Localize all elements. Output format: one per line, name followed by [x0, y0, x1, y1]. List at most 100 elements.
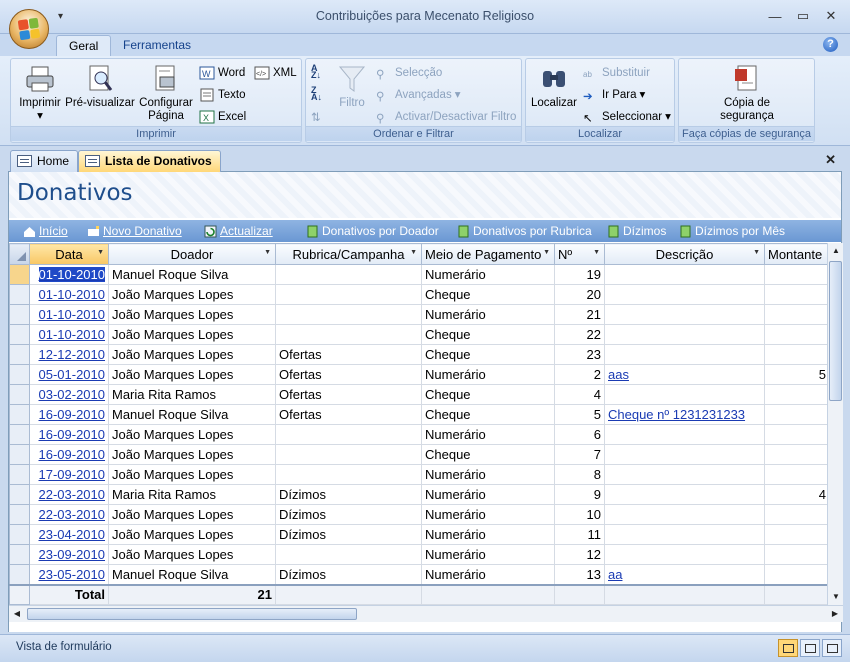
cell-meio-pagamento[interactable]: Numerário — [421, 424, 555, 445]
table-row[interactable]: 17-09-2010 João Marques Lopes Numerário 8 — [9, 464, 827, 485]
cell-data[interactable]: 03-02-2010 — [29, 384, 109, 405]
cell-descricao[interactable] — [604, 384, 765, 405]
cell-numero[interactable]: 9 — [554, 484, 605, 505]
row-selector[interactable] — [9, 364, 30, 385]
column-header-doador[interactable]: Doador ▼ — [108, 243, 276, 265]
nav-inicio-button[interactable]: Início — [23, 222, 68, 240]
cell-numero[interactable]: 11 — [554, 524, 605, 545]
cell-meio-pagamento[interactable]: Numerário — [421, 524, 555, 545]
cell-numero[interactable]: 5 — [554, 404, 605, 425]
cell-data[interactable]: 23-05-2010 — [29, 564, 109, 585]
select-all-corner[interactable] — [9, 243, 30, 265]
vertical-scroll-thumb[interactable] — [829, 261, 842, 401]
cell-meio-pagamento[interactable]: Numerário — [421, 364, 555, 385]
column-header-montante[interactable]: Montante — [764, 243, 827, 265]
cell-data[interactable]: 05-01-2010 — [29, 364, 109, 385]
cell-doador[interactable]: João Marques Lopes — [108, 524, 276, 545]
row-selector[interactable] — [9, 564, 30, 585]
close-document-icon[interactable]: ✕ — [825, 152, 836, 168]
chevron-down-icon[interactable]: ▼ — [593, 249, 600, 256]
cell-data[interactable]: 23-09-2010 — [29, 544, 109, 565]
cell-rubrica[interactable]: Dízimos — [275, 484, 422, 505]
cell-meio-pagamento[interactable]: Cheque — [421, 444, 555, 465]
chevron-down-icon[interactable]: ▼ — [543, 249, 550, 256]
cell-montante[interactable] — [764, 524, 827, 545]
cell-doador[interactable]: João Marques Lopes — [108, 304, 276, 325]
scroll-down-icon[interactable]: ▼ — [828, 589, 844, 605]
cell-rubrica[interactable] — [275, 304, 422, 325]
cell-montante[interactable] — [764, 404, 827, 425]
cell-montante[interactable] — [764, 544, 827, 565]
office-button[interactable] — [9, 9, 49, 49]
cell-meio-pagamento[interactable]: Numerário — [421, 264, 555, 285]
column-header-descricao[interactable]: Descrição ▼ — [604, 243, 765, 265]
clear-sort-button[interactable]: ⇅ — [311, 107, 327, 125]
cell-doador[interactable]: João Marques Lopes — [108, 444, 276, 465]
goto-button[interactable]: ➔ Ir Para ▾ — [583, 86, 645, 104]
cell-rubrica[interactable]: Ofertas — [275, 384, 422, 405]
cell-doador[interactable]: João Marques Lopes — [108, 544, 276, 565]
cell-montante[interactable] — [764, 284, 827, 305]
layout-view-icon[interactable] — [800, 639, 820, 657]
cell-numero[interactable]: 21 — [554, 304, 605, 325]
page-setup-button[interactable]: Configurar Página — [135, 63, 197, 123]
table-row[interactable]: 23-05-2010 Manuel Roque Silva Dízimos Numer… — [9, 564, 827, 585]
export-excel-button[interactable]: X Excel — [199, 108, 246, 126]
export-xml-button[interactable]: </> XML — [254, 64, 297, 82]
table-row[interactable]: 01-10-2010 Manuel Roque Silva Numerário 19 — [9, 264, 827, 285]
cell-data[interactable]: 01-10-2010 — [29, 264, 109, 285]
column-header-rubrica[interactable]: Rubrica/Campanha ▼ — [275, 243, 422, 265]
chevron-down-icon[interactable]: ▼ — [753, 249, 760, 256]
nav-dizimos-button[interactable]: Dízimos — [607, 222, 666, 240]
table-row[interactable]: 03-02-2010 Maria Rita Ramos Ofertas Cheque 4 — [9, 384, 827, 405]
export-text-button[interactable]: Texto — [199, 86, 246, 104]
row-selector[interactable] — [9, 544, 30, 565]
cell-descricao[interactable] — [604, 284, 765, 305]
cell-data[interactable]: 23-04-2010 — [29, 524, 109, 545]
close-button[interactable]: ✕ — [818, 6, 844, 26]
sort-ascending-button[interactable]: A Z↓ — [311, 63, 327, 81]
cell-montante[interactable] — [764, 324, 827, 345]
doc-tab-lista-donativos[interactable]: Lista de Donativos — [78, 150, 221, 172]
cell-numero[interactable]: 12 — [554, 544, 605, 565]
cell-doador[interactable]: Maria Rita Ramos — [108, 484, 276, 505]
cell-meio-pagamento[interactable]: Numerário — [421, 304, 555, 325]
replace-button[interactable]: ab Substituir — [583, 64, 650, 82]
table-row[interactable]: 22-03-2010 Maria Rita Ramos Dízimos Numerár… — [9, 484, 827, 505]
cell-descricao[interactable] — [604, 304, 765, 325]
horizontal-scroll-thumb[interactable] — [27, 608, 357, 620]
cell-doador[interactable]: João Marques Lopes — [108, 424, 276, 445]
scroll-right-icon[interactable]: ▶ — [827, 606, 843, 622]
scroll-left-icon[interactable]: ◀ — [9, 606, 25, 622]
table-row[interactable]: 16-09-2010 João Marques Lopes Numerário 6 — [9, 424, 827, 445]
cell-descricao[interactable] — [604, 484, 765, 505]
chevron-down-icon[interactable]: ▼ — [264, 249, 271, 256]
row-selector[interactable] — [9, 264, 30, 285]
table-row[interactable]: 01-10-2010 João Marques Lopes Cheque 20 — [9, 284, 827, 305]
cell-montante[interactable]: 5 — [764, 364, 827, 385]
cell-numero[interactable]: 19 — [554, 264, 605, 285]
row-selector[interactable] — [9, 404, 30, 425]
row-selector[interactable] — [9, 304, 30, 325]
row-selector[interactable] — [9, 344, 30, 365]
cell-data[interactable]: 16-09-2010 — [29, 444, 109, 465]
cell-data[interactable]: 16-09-2010 — [29, 424, 109, 445]
cell-rubrica[interactable]: Dízimos — [275, 504, 422, 525]
cell-meio-pagamento[interactable]: Numerário — [421, 464, 555, 485]
table-row[interactable]: 01-10-2010 João Marques Lopes Cheque 22 — [9, 324, 827, 345]
cell-montante[interactable] — [764, 384, 827, 405]
vertical-scrollbar[interactable]: ▲ ▼ — [827, 243, 843, 605]
help-icon[interactable]: ? — [823, 37, 838, 52]
print-button[interactable]: Imprimir ▾ — [15, 63, 65, 123]
row-selector[interactable] — [9, 444, 30, 465]
cell-data[interactable]: 16-09-2010 — [29, 404, 109, 425]
cell-rubrica[interactable]: Ofertas — [275, 344, 422, 365]
cell-data[interactable]: 01-10-2010 — [29, 304, 109, 325]
row-selector[interactable] — [9, 484, 30, 505]
nav-por-rubrica-button[interactable]: Donativos por Rubrica — [457, 222, 592, 240]
table-row[interactable]: 16-09-2010 Manuel Roque Silva Ofertas Chequ… — [9, 404, 827, 425]
cell-numero[interactable]: 7 — [554, 444, 605, 465]
cell-doador[interactable]: João Marques Lopes — [108, 344, 276, 365]
nav-actualizar-button[interactable]: Actualizar — [204, 222, 273, 240]
cell-descricao[interactable]: aa — [604, 564, 765, 585]
